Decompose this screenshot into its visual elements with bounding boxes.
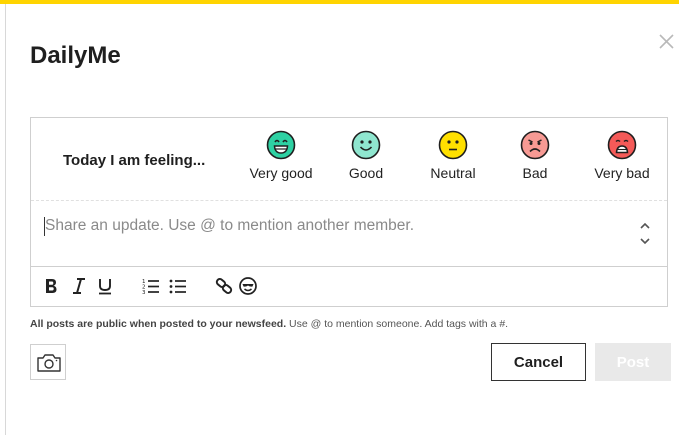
notice-text: Use @ to mention someone. Add tags with … [286,318,509,330]
close-icon [659,34,674,49]
numbered-list-icon[interactable]: 1 2 3 [141,276,161,296]
underline-icon[interactable] [95,276,115,296]
mood-label: Very bad [594,165,650,181]
mood-label: Good [348,165,384,181]
smiling-face-icon [351,130,381,160]
chevron-up-icon[interactable] [638,221,652,231]
frowning-face-icon [520,130,550,160]
update-input[interactable] [45,215,605,237]
post-composer: Today I am feeling... Very good Good Neu… [30,117,668,307]
mood-neutral[interactable]: Neutral [413,130,493,186]
privacy-notice: All posts are public when posted to your… [30,318,508,330]
text-caret [44,217,45,236]
mood-label: Bad [522,165,548,181]
mood-label: Very good [249,165,313,181]
neutral-face-icon [438,130,468,160]
svg-text:3: 3 [142,290,146,296]
mood-very-good[interactable]: Very good [241,130,321,186]
mood-label: Neutral [430,165,476,181]
update-text-area [31,201,667,266]
cancel-button[interactable]: Cancel [491,343,586,381]
post-button[interactable]: Post [595,343,671,381]
dialog-title: DailyMe [30,42,121,69]
mood-good[interactable]: Good [326,130,406,186]
close-button[interactable] [656,32,676,52]
chevron-down-icon[interactable] [638,236,652,246]
mood-bad[interactable]: Bad [495,130,575,186]
bulleted-list-icon[interactable] [168,276,188,296]
camera-icon [37,354,61,372]
notice-bold: All posts are public when posted to your… [30,318,287,330]
link-icon[interactable] [214,276,234,296]
italic-icon[interactable] [69,276,89,296]
format-toolbar: 1 2 3 [31,266,667,307]
grinning-face-icon [266,130,296,160]
left-border [5,4,6,435]
crying-face-icon [607,130,637,160]
emoji-icon[interactable] [238,276,258,296]
mood-very-bad[interactable]: Very bad [582,130,662,186]
top-accent-bar [0,0,679,4]
bold-icon[interactable] [41,276,61,296]
mood-prompt: Today I am feeling... [63,152,206,169]
add-photo-button[interactable] [30,344,66,380]
